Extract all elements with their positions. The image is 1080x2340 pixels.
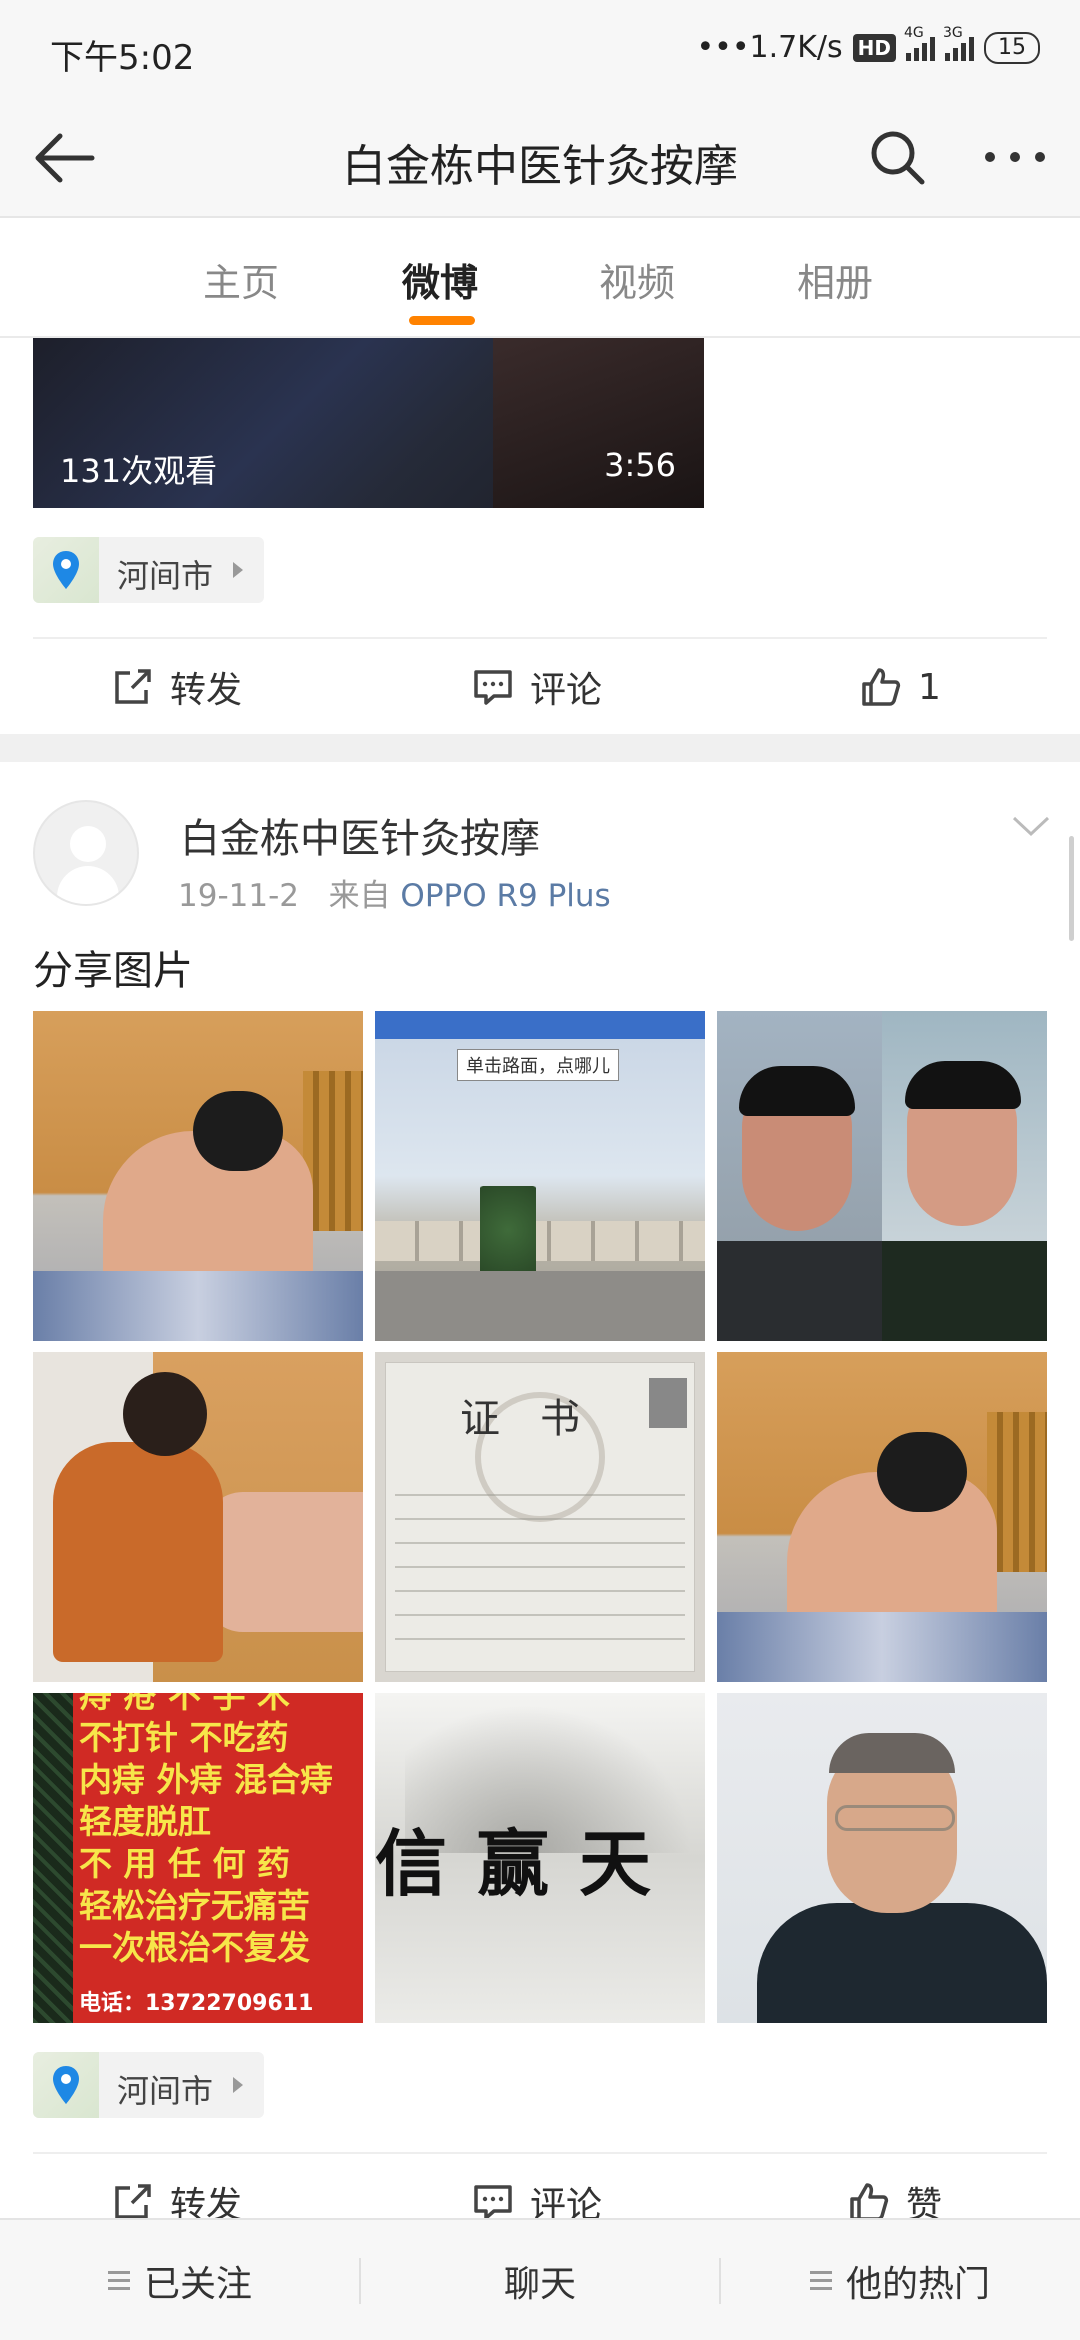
comment-icon (474, 670, 512, 705)
menu-icon (809, 2271, 832, 2291)
tab-video[interactable]: 视频 (599, 252, 675, 307)
video-duration: 3:56 (604, 446, 676, 484)
bottom-bar: 已关注 聊天 他的热门 (0, 2218, 1080, 2340)
image-thumbnail-treatment[interactable] (33, 1352, 363, 1682)
signal-3g-icon: 3G (943, 25, 974, 61)
sign-line: 内痔 外痔 混合痔 (79, 1760, 333, 1799)
repost-icon (115, 669, 151, 704)
author-name[interactable]: 白金栋中医针灸按摩 (180, 806, 540, 864)
sign-line: 不打针 不吃药 (79, 1718, 289, 1757)
thumbs-up-icon (862, 668, 901, 706)
sign-line: 轻松治疗无痛苦 (79, 1886, 310, 1925)
hot-posts-button[interactable]: 他的热门 (720, 2220, 1080, 2340)
hot-posts-label: 他的热门 (845, 2264, 990, 2305)
post-source[interactable]: OPPO R9 Plus (400, 878, 610, 914)
post-date: 19-11-2 (178, 878, 299, 914)
image-thumbnail-certificate[interactable]: 证书 (375, 1352, 705, 1682)
from-label: 来自 (328, 878, 391, 914)
comment-label: 评论 (530, 670, 603, 711)
scrollbar[interactable] (1069, 836, 1074, 941)
image-thumbnail-sign[interactable]: 痔 疮 不 手 术 不打针 不吃药 内痔 外痔 混合痔 轻度脱肛 不 用 任 何… (33, 1693, 363, 2023)
status-indicators: •••1.7K/s HD 4G 3G 15 (696, 25, 1040, 65)
repost-icon (115, 2184, 151, 2219)
video-thumbnail[interactable]: 131次观看 3:56 (33, 338, 704, 508)
status-bar: 下午5:02 •••1.7K/s HD 4G 3G 15 (0, 0, 1080, 100)
image-thumbnail-street[interactable]: 单击路面，点哪儿 (375, 1011, 705, 1341)
feed-separator (0, 734, 1080, 762)
sign-line: 轻度脱肛 (79, 1802, 211, 1841)
repost-button[interactable]: 转发 (112, 642, 242, 732)
menu-icon (107, 2271, 130, 2291)
chevron-down-icon[interactable] (1010, 812, 1052, 842)
profile-tabs: 主页 微博 视频 相册 (0, 220, 1080, 338)
chevron-right-icon (233, 2077, 243, 2093)
street-tip: 单击路面，点哪儿 (457, 1049, 619, 1081)
avatar-head (70, 826, 106, 862)
image-thumbnail-acupuncture-2[interactable] (717, 1352, 1047, 1682)
chat-button[interactable]: 聊天 (360, 2220, 720, 2340)
tab-home[interactable]: 主页 (203, 252, 279, 307)
repost-label: 转发 (170, 670, 243, 711)
location-chip[interactable]: 河间市 (33, 2052, 264, 2118)
sign-phone: 电话：13722709611 (79, 1991, 314, 2016)
image-thumbnail-portrait[interactable] (717, 1693, 1047, 2023)
signal-4g-icon: 4G (904, 25, 935, 61)
net2-label: 3G (943, 24, 963, 41)
image-thumbnail-calligraphy[interactable]: 信赢天 (375, 1693, 705, 2023)
follow-button[interactable]: 已关注 (0, 2220, 360, 2340)
follow-label: 已关注 (143, 2264, 252, 2305)
like-count: 1 (918, 666, 941, 708)
active-tab-indicator (409, 316, 475, 325)
post-text: 分享图片 (33, 948, 193, 994)
location-label: 河间市 (117, 557, 214, 595)
image-thumbnail-faces[interactable] (717, 1011, 1047, 1341)
sign-line: 一次根治不复发 (79, 1928, 310, 1967)
thumbs-up-icon (850, 2183, 889, 2221)
location-label: 河间市 (117, 2072, 214, 2110)
tab-weibo[interactable]: 微博 (402, 252, 478, 307)
image-grid: 单击路面，点哪儿 证书 痔 疮 不 手 术 不打针 不吃药 内痔 外痔 混合痔 … (33, 1011, 1047, 2023)
net1-label: 4G (904, 24, 924, 41)
sign-line: 痔 疮 不 手 术 (79, 1693, 290, 1715)
more-icon[interactable] (980, 126, 1050, 188)
battery-icon: 15 (984, 31, 1040, 64)
status-time: 下午5:02 (50, 38, 195, 78)
search-icon[interactable] (866, 126, 928, 188)
location-chip[interactable]: 河间市 (33, 537, 264, 603)
divider (33, 637, 1047, 639)
chevron-right-icon (233, 562, 243, 578)
video-views: 131次观看 (60, 452, 218, 490)
sign-line: 不 用 任 何 药 (79, 1844, 290, 1883)
comment-button[interactable]: 评论 (472, 642, 602, 732)
tab-album[interactable]: 相册 (797, 252, 873, 307)
comment-icon (474, 2185, 512, 2220)
avatar-body (57, 866, 119, 904)
location-pin-icon (53, 551, 79, 589)
avatar[interactable] (33, 800, 139, 906)
image-thumbnail-acupuncture[interactable] (33, 1011, 363, 1341)
post-meta: 19-11-2 来自 OPPO R9 Plus (178, 870, 611, 915)
divider (33, 2152, 1047, 2154)
nav-bar: 白金栋中医针灸按摩 (0, 100, 1080, 218)
chat-label: 聊天 (503, 2264, 576, 2305)
like-button[interactable]: 1 (860, 642, 941, 732)
action-bar: 转发 评论 1 (0, 642, 1080, 732)
location-pin-icon (53, 2066, 79, 2104)
calligraphy-text: 信赢天 (375, 1821, 682, 1906)
net-speed: •••1.7K/s (696, 30, 843, 65)
hd-badge: HD (852, 33, 896, 62)
